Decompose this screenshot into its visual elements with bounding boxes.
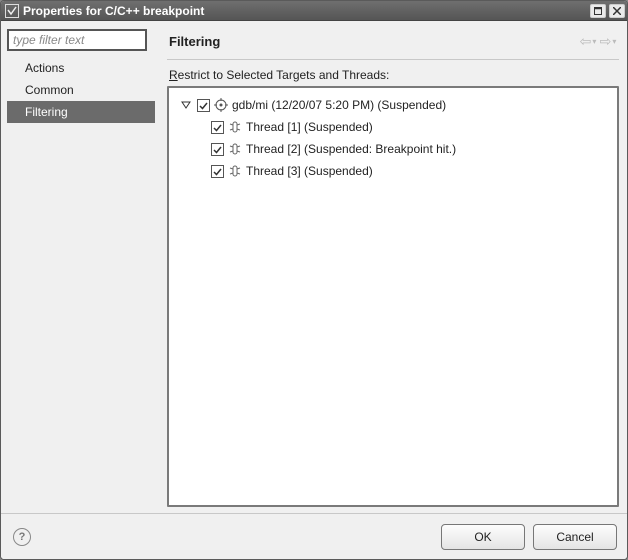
dialog-body: Actions Common Filtering Filtering ⇦▾ ⇨▾… bbox=[1, 21, 627, 513]
sidebar: Actions Common Filtering bbox=[7, 27, 159, 513]
ok-button[interactable]: OK bbox=[441, 524, 525, 550]
section-label: Restrict to Selected Targets and Threads… bbox=[165, 68, 621, 86]
thread-icon bbox=[228, 164, 242, 178]
dialog-footer: ? OK Cancel bbox=[1, 513, 627, 559]
tree-node-label[interactable]: Thread [1] (Suspended) bbox=[246, 120, 373, 134]
tree-node-label[interactable]: Thread [2] (Suspended: Breakpoint hit.) bbox=[246, 142, 456, 156]
titlebar: Properties for C/C++ breakpoint bbox=[1, 1, 627, 21]
tree-checkbox[interactable] bbox=[211, 143, 224, 156]
page-title: Filtering bbox=[169, 34, 577, 49]
tree-expand-icon[interactable] bbox=[179, 98, 193, 112]
help-icon[interactable]: ? bbox=[13, 528, 31, 546]
back-button[interactable]: ⇦▾ bbox=[579, 33, 597, 49]
tree-row-thread: Thread [2] (Suspended: Breakpoint hit.) bbox=[173, 138, 613, 160]
maximize-button[interactable] bbox=[590, 4, 606, 18]
tree-row-root: gdb/mi (12/20/07 5:20 PM) (Suspended) bbox=[173, 94, 613, 116]
properties-icon bbox=[5, 4, 19, 18]
dialog-window: Properties for C/C++ breakpoint Actions … bbox=[0, 0, 628, 560]
window-title: Properties for C/C++ breakpoint bbox=[23, 4, 587, 18]
tree-node-label[interactable]: Thread [3] (Suspended) bbox=[246, 164, 373, 178]
tree-row-thread: Thread [1] (Suspended) bbox=[173, 116, 613, 138]
targets-tree[interactable]: gdb/mi (12/20/07 5:20 PM) (Suspended) bbox=[167, 86, 619, 507]
tree-row-thread: Thread [3] (Suspended) bbox=[173, 160, 613, 182]
thread-icon bbox=[228, 120, 242, 134]
cancel-button[interactable]: Cancel bbox=[533, 524, 617, 550]
tree-checkbox[interactable] bbox=[211, 121, 224, 134]
forward-button[interactable]: ⇨▾ bbox=[599, 33, 617, 49]
tree-checkbox[interactable] bbox=[211, 165, 224, 178]
page-panel: Filtering ⇦▾ ⇨▾ Restrict to Selected Tar… bbox=[165, 27, 621, 513]
nav-item-actions[interactable]: Actions bbox=[7, 57, 155, 79]
nav-item-filtering[interactable]: Filtering bbox=[7, 101, 155, 123]
thread-icon bbox=[228, 142, 242, 156]
close-button[interactable] bbox=[609, 4, 625, 18]
tree-node-label[interactable]: gdb/mi (12/20/07 5:20 PM) (Suspended) bbox=[232, 98, 446, 112]
debug-target-icon bbox=[214, 98, 228, 112]
tree-checkbox[interactable] bbox=[197, 99, 210, 112]
nav-list: Actions Common Filtering bbox=[7, 57, 155, 123]
filter-input[interactable] bbox=[7, 29, 147, 51]
page-header: Filtering ⇦▾ ⇨▾ bbox=[165, 27, 621, 59]
nav-item-common[interactable]: Common bbox=[7, 79, 155, 101]
divider bbox=[167, 59, 619, 60]
